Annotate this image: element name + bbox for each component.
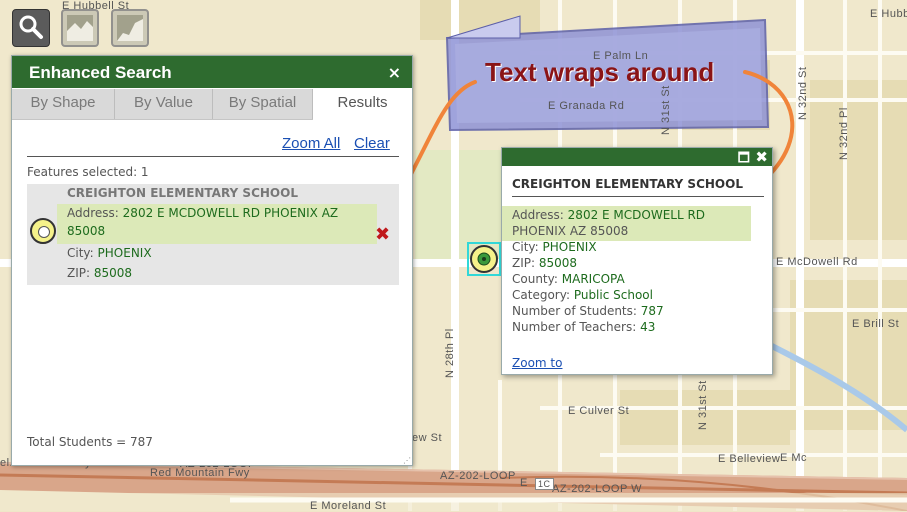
divider xyxy=(27,156,399,157)
tab-bar: By Shape By Value By Spatial Results xyxy=(12,89,412,120)
feature-popup: 🗖 ✖ CREIGHTON ELEMENTARY SCHOOL Address:… xyxy=(501,147,773,375)
result-name: CREIGHTON ELEMENTARY SCHOOL xyxy=(67,186,298,200)
elevation-chart-icon xyxy=(117,15,143,41)
popup-address-line2: PHOENIX AZ 85008 xyxy=(512,224,629,238)
zoom-to-link[interactable]: Zoom to xyxy=(512,356,562,370)
street-label: ew St xyxy=(412,432,443,444)
school-marker-icon xyxy=(470,245,498,273)
street-label: E Moreland St xyxy=(310,500,387,512)
popup-title: CREIGHTON ELEMENTARY SCHOOL xyxy=(512,177,743,191)
popup-city: City: PHOENIX xyxy=(512,240,597,254)
street-label: E xyxy=(520,477,528,489)
close-icon[interactable]: ✖ xyxy=(755,148,768,166)
elevation-tool-button[interactable] xyxy=(111,9,149,47)
clear-link[interactable]: Clear xyxy=(354,135,390,152)
tab-by-value[interactable]: By Value xyxy=(115,89,213,119)
panel-header: Enhanced Search × xyxy=(12,56,412,88)
selected-feature-highlight[interactable] xyxy=(467,242,501,276)
features-selected-count: Features selected: 1 xyxy=(27,165,149,179)
enhanced-search-panel: Enhanced Search × By Shape By Value By S… xyxy=(11,55,413,466)
result-zip: ZIP: 85008 xyxy=(67,266,133,280)
street-label: E Mc xyxy=(780,452,808,464)
zoom-all-link[interactable]: Zoom All xyxy=(282,135,340,152)
popup-header: 🗖 ✖ xyxy=(502,148,772,166)
profile-chart-icon xyxy=(67,15,93,41)
search-tool-button[interactable] xyxy=(12,9,50,47)
callout-text: Text wraps around xyxy=(485,57,715,87)
school-marker-icon xyxy=(30,218,56,244)
street-label: N 28th Pl xyxy=(444,328,456,378)
panel-title: Enhanced Search xyxy=(29,63,172,82)
street-label: E Belleview xyxy=(718,453,781,465)
result-address: Address: 2802 E MCDOWELL RD PHOENIX AZ xyxy=(67,206,339,220)
close-icon[interactable]: × xyxy=(388,63,401,82)
search-icon xyxy=(19,15,43,39)
divider xyxy=(512,196,764,197)
profile-tool-button[interactable] xyxy=(61,9,99,47)
street-label: AZ-202-LOOP W xyxy=(552,483,643,495)
street-label: N 32nd St xyxy=(797,66,809,120)
popup-teachers: Number of Teachers: 43 xyxy=(512,320,656,334)
popup-address: Address: 2802 E MCDOWELL RD xyxy=(512,208,706,222)
result-address-line2: 85008 xyxy=(67,224,106,238)
street-label: E Hubb xyxy=(870,8,907,20)
popup-students: Number of Students: 787 xyxy=(512,304,664,318)
street-label: E McDowell Rd xyxy=(776,256,858,268)
street-label: N 32nd Pl xyxy=(838,107,850,160)
result-city: City: PHOENIX xyxy=(67,246,152,260)
street-label: N 31st St xyxy=(660,85,672,135)
maximize-icon[interactable]: 🗖 xyxy=(738,149,750,171)
tab-by-spatial[interactable]: By Spatial xyxy=(213,89,313,119)
tab-by-shape[interactable]: By Shape xyxy=(12,89,115,119)
popup-zip: ZIP: 85008 xyxy=(512,256,578,270)
total-students: Total Students = 787 xyxy=(27,435,153,449)
street-label: N 31st St xyxy=(697,380,709,430)
popup-category: Category: Public School xyxy=(512,288,653,302)
result-list-item[interactable]: CREIGHTON ELEMENTARY SCHOOL Address: 280… xyxy=(27,184,399,285)
popup-county: County: MARICOPA xyxy=(512,272,625,286)
street-label: E Culver St xyxy=(568,405,630,417)
street-label: E Brill St xyxy=(852,318,900,330)
remove-result-icon[interactable]: ✖ xyxy=(375,224,390,245)
street-label: AZ-202-LOOP xyxy=(440,470,516,482)
street-label: E Granada Rd xyxy=(548,100,625,112)
street-label: 1C xyxy=(535,478,554,490)
resize-grip-icon[interactable]: ⋰ xyxy=(403,456,411,465)
tab-results[interactable]: Results xyxy=(313,89,412,120)
